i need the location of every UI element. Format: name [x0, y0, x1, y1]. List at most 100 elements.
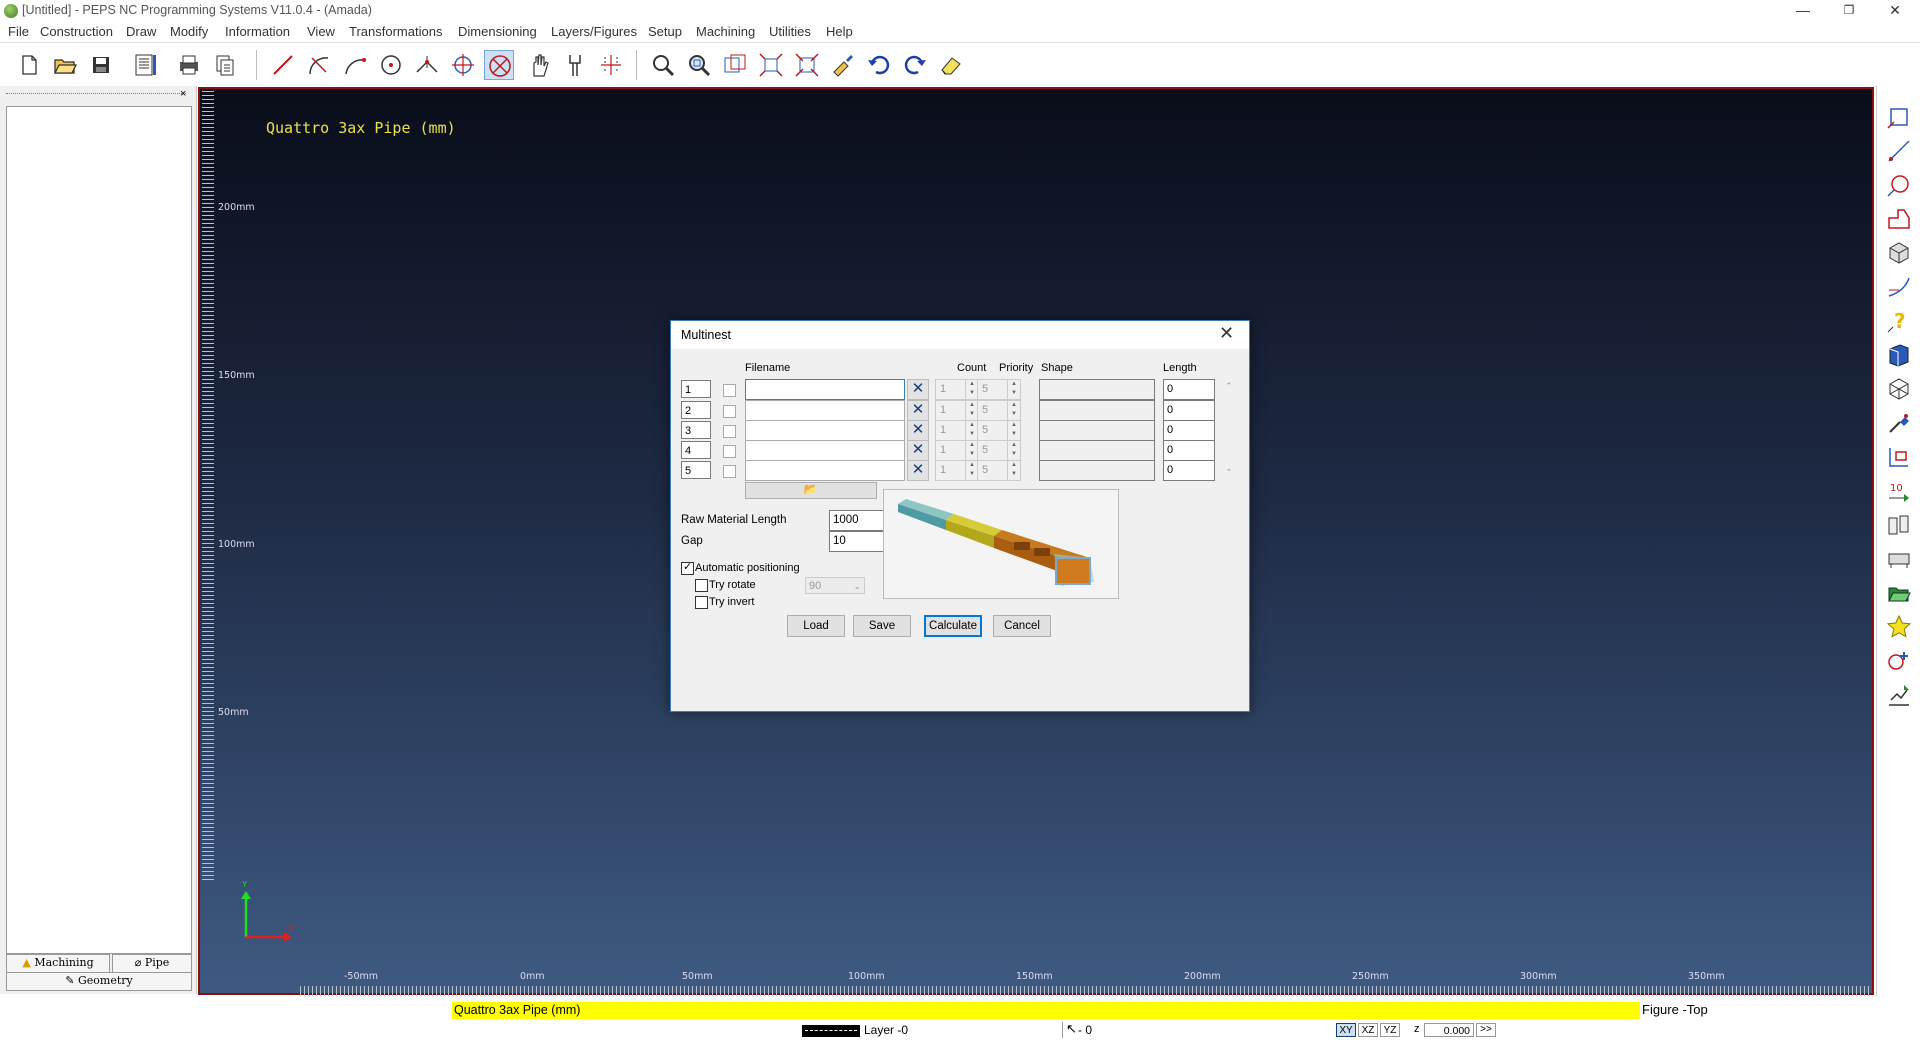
calculate-button[interactable]: Calculate: [924, 615, 982, 637]
minimize-button[interactable]: —: [1780, 0, 1826, 22]
new-file-icon[interactable]: [14, 50, 44, 80]
clear-row-button[interactable]: ✕: [907, 400, 929, 421]
redraw-brush-icon[interactable]: [828, 50, 858, 80]
save-button[interactable]: Save: [853, 615, 911, 637]
status-layer[interactable]: Layer -0: [864, 1023, 908, 1037]
priority-spinner[interactable]: 5 ▲ ▼: [977, 460, 1021, 481]
filename-input[interactable]: [745, 379, 905, 400]
plane-xy-button[interactable]: XY: [1336, 1023, 1356, 1037]
length-input[interactable]: 0: [1163, 379, 1215, 400]
count-spinner[interactable]: 1 ▲ ▼: [935, 460, 979, 481]
star-icon[interactable]: [1884, 612, 1914, 642]
menu-machining[interactable]: Machining: [696, 24, 755, 39]
tree-view[interactable]: [6, 106, 192, 954]
priority-spinner[interactable]: 5 ▲ ▼: [977, 400, 1021, 421]
menu-construction[interactable]: Construction: [40, 24, 113, 39]
zoom-all-icon[interactable]: [792, 50, 822, 80]
count-spinner[interactable]: 1 ▲ ▼: [935, 400, 979, 421]
tool-library-icon[interactable]: [1884, 510, 1914, 540]
priority-spinner[interactable]: 5 ▲ ▼: [977, 420, 1021, 441]
panel-close-button[interactable]: ×: [180, 88, 186, 100]
spinner-arrows-icon[interactable]: ▲ ▼: [1007, 421, 1020, 440]
fillet-icon[interactable]: [448, 50, 478, 80]
wireframe-icon[interactable]: [1884, 374, 1914, 404]
copy-icon[interactable]: [210, 50, 240, 80]
automatic-positioning-checkbox[interactable]: ✓: [681, 561, 694, 575]
nc-list-icon[interactable]: [130, 50, 160, 80]
tool-wrench-icon[interactable]: [560, 50, 590, 80]
menu-setup[interactable]: Setup: [648, 24, 682, 39]
filename-input[interactable]: [745, 420, 905, 441]
load-button[interactable]: Load: [787, 615, 845, 637]
filename-input[interactable]: [745, 440, 905, 461]
spinner-arrows-icon[interactable]: ▲ ▼: [1007, 461, 1020, 480]
row-checkbox[interactable]: [723, 465, 736, 478]
folder-open-icon[interactable]: [1884, 578, 1914, 608]
circle-icon[interactable]: [376, 50, 406, 80]
raw-material-length-input[interactable]: 1000: [829, 510, 889, 531]
count-spinner[interactable]: 1 ▲ ▼: [935, 440, 979, 461]
measure-line-icon[interactable]: [1884, 136, 1914, 166]
menu-layers-figures[interactable]: Layers/Figures: [551, 24, 637, 39]
menu-draw[interactable]: Draw: [126, 24, 156, 39]
clear-row-button[interactable]: ✕: [907, 420, 929, 441]
length-input[interactable]: 0: [1163, 420, 1215, 441]
close-window-button[interactable]: ✕: [1872, 0, 1918, 22]
redo-icon[interactable]: [900, 50, 930, 80]
save-disk-icon[interactable]: [86, 50, 116, 80]
clear-row-button[interactable]: ✕: [907, 379, 929, 400]
row-checkbox[interactable]: [723, 405, 736, 418]
spinner-arrows-icon[interactable]: ▲ ▼: [1007, 441, 1020, 460]
browse-folder-button[interactable]: 📂: [745, 482, 877, 499]
solid-box-icon[interactable]: [1884, 238, 1914, 268]
menu-file[interactable]: File: [8, 24, 29, 39]
selected-tool-icon[interactable]: [484, 50, 514, 80]
post-process-icon[interactable]: [1884, 680, 1914, 710]
length-input[interactable]: 0: [1163, 440, 1215, 461]
restore-button[interactable]: ❐: [1826, 0, 1872, 22]
tab-machining[interactable]: ▲ Machining: [6, 954, 110, 973]
menu-view[interactable]: View: [307, 24, 335, 39]
scroll-up-icon[interactable]: ⌃: [1225, 381, 1233, 392]
more-button[interactable]: >>: [1476, 1023, 1496, 1037]
hand-pan-icon[interactable]: [524, 50, 554, 80]
zoom-previous-icon[interactable]: [720, 50, 750, 80]
z-value-input[interactable]: 0.000: [1424, 1023, 1474, 1037]
point-icon[interactable]: [412, 50, 442, 80]
line-icon[interactable]: [268, 50, 298, 80]
open-folder-icon[interactable]: [50, 50, 80, 80]
menu-help[interactable]: Help: [826, 24, 853, 39]
plane-yz-button[interactable]: YZ: [1380, 1023, 1400, 1037]
measure-circle-icon[interactable]: [1884, 170, 1914, 200]
help-query-icon[interactable]: ?: [1884, 306, 1914, 336]
sequence-icon[interactable]: [1884, 442, 1914, 472]
spinner-arrows-icon[interactable]: ▲ ▼: [1007, 401, 1020, 420]
spinner-arrows-icon[interactable]: ▲ ▼: [1007, 380, 1020, 399]
rotate-angle-select[interactable]: 90 ⌄: [805, 577, 865, 594]
path-curve-icon[interactable]: [1884, 272, 1914, 302]
clear-row-button[interactable]: ✕: [907, 460, 929, 481]
line-style-swatch[interactable]: [802, 1025, 860, 1037]
plane-xz-button[interactable]: XZ: [1358, 1023, 1378, 1037]
scroll-down-icon[interactable]: ⌄: [1225, 463, 1233, 474]
arc-tangent-icon[interactable]: [304, 50, 334, 80]
clear-row-button[interactable]: ✕: [907, 440, 929, 461]
zoom-window-icon[interactable]: [684, 50, 714, 80]
shapes-add-icon[interactable]: [1884, 646, 1914, 676]
try-rotate-checkbox[interactable]: [695, 579, 708, 592]
menu-transformations[interactable]: Transformations: [349, 24, 442, 39]
filename-input[interactable]: [745, 400, 905, 421]
numbering-icon[interactable]: 10: [1884, 476, 1914, 506]
tab-pipe[interactable]: ⌀ Pipe: [112, 954, 192, 973]
machine-icon[interactable]: [1884, 544, 1914, 574]
zoom-icon[interactable]: [648, 50, 678, 80]
priority-spinner[interactable]: 5 ▲ ▼: [977, 379, 1021, 400]
cancel-button[interactable]: Cancel: [993, 615, 1051, 637]
dialog-close-button[interactable]: ✕: [1219, 323, 1234, 344]
menu-modify[interactable]: Modify: [170, 24, 208, 39]
priority-spinner[interactable]: 5 ▲ ▼: [977, 440, 1021, 461]
profile-icon[interactable]: [1884, 204, 1914, 234]
row-checkbox[interactable]: [723, 425, 736, 438]
filename-input[interactable]: [745, 460, 905, 481]
blue-book-icon[interactable]: [1884, 340, 1914, 370]
